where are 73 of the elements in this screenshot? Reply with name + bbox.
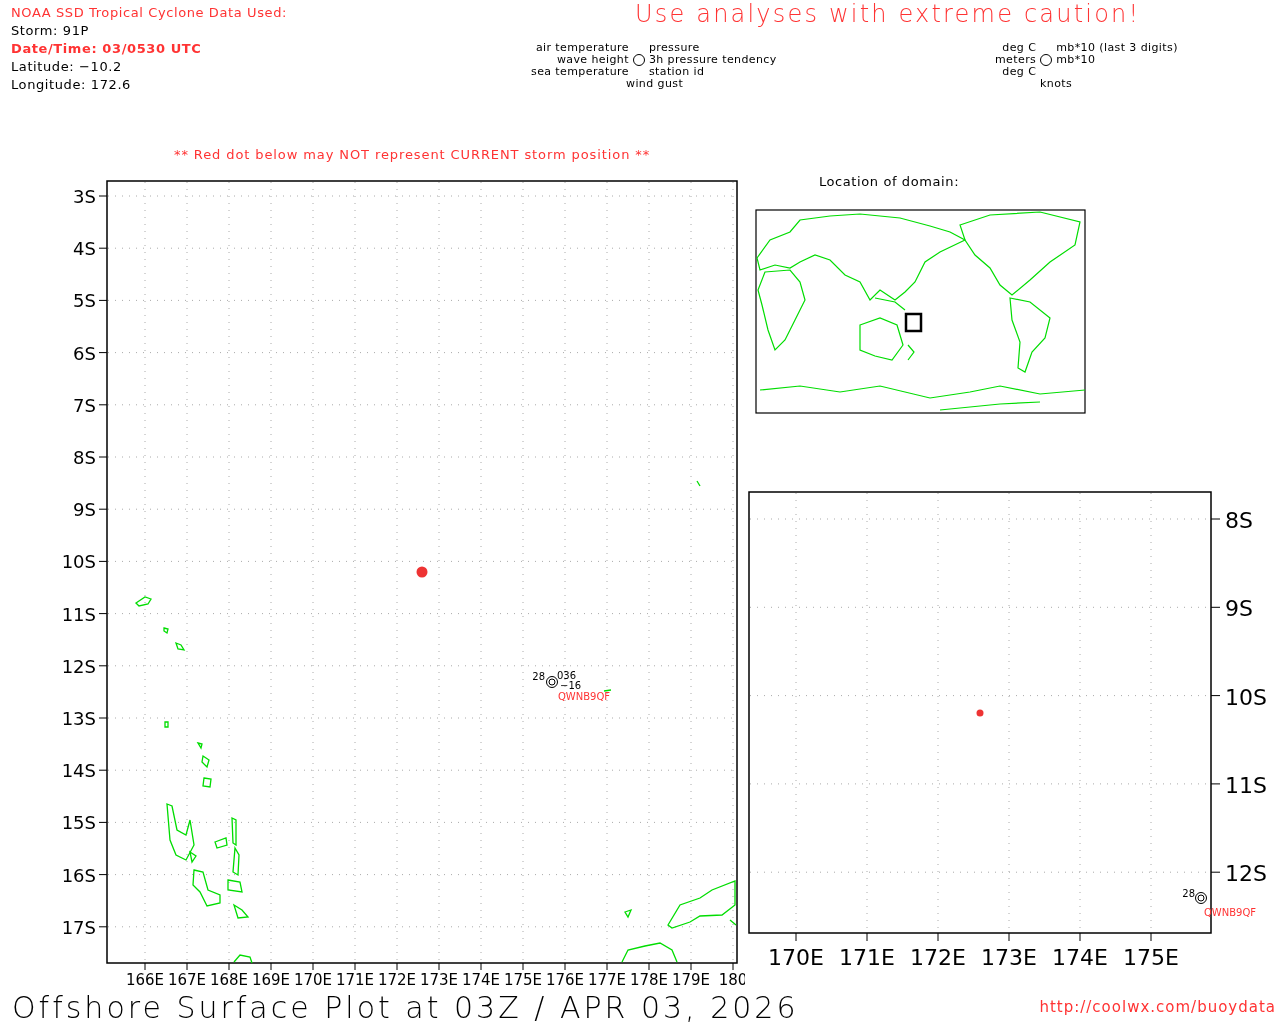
longitude-label: Longitude: 172.6 <box>11 76 132 94</box>
legend-label: wave height <box>556 54 629 66</box>
legend-label: 3h pressure tendency <box>648 54 777 66</box>
latitude-label: 13S <box>61 708 96 729</box>
longitude-label: 175E <box>1123 945 1179 970</box>
legend-label: wind gust <box>626 77 684 90</box>
latitude-label: 6S <box>73 342 96 364</box>
warning-note: ** Red dot below may NOT represent CURRENT storm position ** <box>174 147 651 162</box>
latitude-label: 16S <box>61 864 96 886</box>
latitude-label: 10S <box>61 551 96 573</box>
latitude-label: 5S <box>73 290 96 312</box>
latitude-label: 15S <box>61 812 96 834</box>
longitude-label: 172E <box>910 945 966 970</box>
station-id: QWNB9QF <box>558 691 611 702</box>
legend-label: sea temperature <box>531 66 629 78</box>
longitude-label: 168E <box>209 971 249 989</box>
station-temperature: 28 <box>532 671 545 682</box>
longitude-label: 170E <box>768 945 824 970</box>
latitude-label: 11S <box>1225 772 1267 798</box>
longitude-label: 172E <box>377 971 417 989</box>
station-circle-icon <box>1195 892 1207 904</box>
latitude-label: 8S <box>73 447 96 468</box>
longitude-label: 173E <box>419 971 459 989</box>
domain-title: Location of domain: <box>818 174 960 189</box>
legend-label: station id <box>648 66 706 78</box>
longitude-label: 173E <box>981 945 1037 970</box>
latitude-label: 11S <box>61 603 96 625</box>
latitude-label: Latitude: −10.2 <box>11 58 123 76</box>
station-temperature: 28 <box>1182 888 1195 899</box>
latitude-label: 3S <box>73 186 96 207</box>
latitude-label: 4S <box>73 238 96 260</box>
longitude-label: 177E <box>587 971 627 989</box>
unit-label: deg C <box>1002 42 1037 54</box>
longitude-label: 167E <box>167 971 207 989</box>
longitude-label: 171E <box>839 945 895 970</box>
longitude-label: 166E <box>125 971 165 989</box>
storm-label: Storm: 91P <box>11 22 90 40</box>
latitude-label: 10S <box>1225 684 1267 710</box>
latitude-label: 12S <box>1225 861 1267 887</box>
latitude-label: 7S <box>73 394 96 416</box>
latitude-label: 8S <box>1225 508 1253 533</box>
longitude-label: 170E <box>293 971 333 989</box>
unit-label: deg C <box>1002 66 1037 78</box>
unit-label: mb*10 (last 3 digits) <box>1056 42 1178 54</box>
source-url[interactable]: http://coolwx.com/buoydata <box>1039 998 1276 1016</box>
longitude-label: 175E <box>503 971 543 989</box>
storm-position-dot <box>416 566 428 578</box>
longitude-label: 174E <box>461 971 501 989</box>
legend-label: pressure <box>648 42 701 54</box>
latitude-label: 14S <box>61 760 96 782</box>
source-title: NOAA SSD Tropical Cyclone Data Used: <box>11 4 288 22</box>
latitude-label: 9S <box>73 499 96 521</box>
longitude-label: 179E <box>671 971 711 989</box>
unit-label: meters <box>995 54 1037 66</box>
station-circle-icon <box>546 676 558 688</box>
longitude-label: 174E <box>1052 945 1108 970</box>
latitude-label: 17S <box>61 916 96 938</box>
station-pressure: 036 <box>557 670 577 681</box>
unit-label: knots <box>1040 77 1073 90</box>
plot-title: Offshore Surface Plot at 03Z / APR 03, 2026 <box>12 989 799 1024</box>
station-tendency: −16 <box>560 680 582 691</box>
unit-label: mb*10 <box>1056 54 1097 66</box>
legend-label: air temperature <box>535 42 629 54</box>
datetime-label: Date/Time: 03/0530 UTC <box>11 40 203 58</box>
longitude-label: 176E <box>545 971 585 989</box>
longitude-label: 178E <box>629 971 669 989</box>
storm-position-dot <box>976 709 984 717</box>
domain-box-icon <box>904 312 923 333</box>
longitude-label: 169E <box>251 971 291 989</box>
longitude-label: 171E <box>335 971 375 989</box>
caution-title: Use analyses with extreme caution! <box>635 0 1141 28</box>
latitude-label: 9S <box>1225 596 1253 622</box>
latitude-label: 12S <box>61 655 96 677</box>
